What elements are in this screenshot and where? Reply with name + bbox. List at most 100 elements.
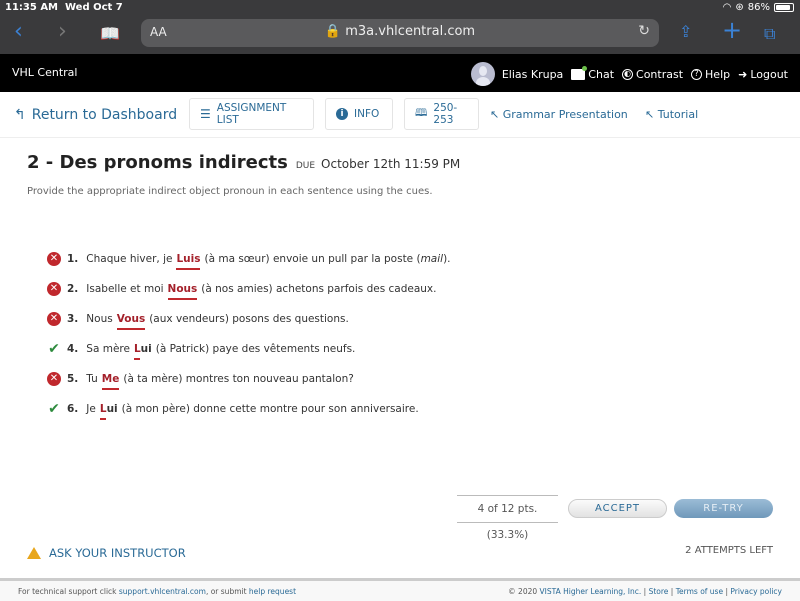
accept-button[interactable]: ACCEPT: [568, 499, 667, 518]
battery-icon: [774, 3, 794, 12]
question-number: 4.: [67, 343, 79, 355]
ask-instructor-link[interactable]: ASK YOUR INSTRUCTOR: [27, 546, 186, 560]
question-number: 2.: [67, 283, 79, 295]
support-prefix: For technical support click: [18, 587, 117, 596]
contrast-label: Contrast: [636, 67, 684, 81]
assignment-list-button[interactable]: ☰ ASSIGNMENT LIST: [189, 98, 314, 130]
question-number: 3.: [67, 313, 79, 325]
url-text: 🔒 m3a.vhlcentral.com: [324, 24, 476, 39]
question-item: ✕ 3. Nous Vous (aux vendeurs) posons des…: [47, 304, 451, 334]
new-tab-icon[interactable]: +: [722, 18, 742, 42]
status-indicators: ◠ ⊛ 86%: [723, 2, 794, 13]
question-text: (à nos amies) achetons parfois des cadea…: [201, 283, 437, 295]
footer: For technical support click support.vhlc…: [0, 578, 800, 601]
book-icon: 🕮: [415, 107, 428, 119]
return-to-dashboard-link[interactable]: ↰ Return to Dashboard: [14, 107, 177, 123]
question-text: Isabelle et moi: [86, 283, 164, 295]
copyright-text: © 2020 VISTA Higher Learning, Inc. | Sto…: [508, 587, 782, 596]
answer-field[interactable]: Lui: [99, 403, 118, 420]
privacy-link[interactable]: Privacy policy: [730, 587, 782, 596]
bookmarks-icon[interactable]: 📖: [100, 22, 120, 46]
return-label: Return to Dashboard: [31, 107, 178, 123]
list-icon: ☰: [200, 107, 211, 121]
question-text: Sa mère: [86, 343, 130, 355]
correct-icon: ✔: [48, 341, 60, 357]
status-time: 11:35 AM Wed Oct 7: [5, 2, 123, 13]
attempts-left: 2 ATTEMPTS LEFT: [685, 545, 773, 556]
logout-icon: ➜: [738, 67, 748, 81]
assignment-toolbar: ↰ Return to Dashboard ☰ ASSIGNMENT LIST …: [0, 92, 800, 138]
question-item: ✕ 1. Chaque hiver, je Luis (à ma sœur) e…: [47, 244, 451, 274]
question-text: (à Patrick) paye des vêtements neufs.: [155, 343, 356, 355]
chat-button[interactable]: Chat: [571, 65, 614, 81]
browser-chrome: 11:35 AM Wed Oct 7 ◠ ⊛ 86% ‹ › 📖 AA 🔒 m3…: [0, 0, 800, 54]
question-list: ✕ 1. Chaque hiver, je Luis (à ma sœur) e…: [47, 244, 451, 424]
question-item: ✕ 5. Tu Me (à ta mère) montres ton nouve…: [47, 364, 451, 394]
back-icon[interactable]: ‹: [14, 20, 23, 44]
brand[interactable]: VHL Central: [12, 66, 77, 79]
score-display: 4 of 12 pts. (33.3%): [457, 495, 558, 541]
logout-button[interactable]: ➜ Logout: [738, 68, 788, 81]
answer-field[interactable]: Nous: [167, 283, 197, 300]
question-number: 1.: [67, 253, 79, 265]
site-header: VHL Central Elias Krupa Chat ◐ Contrast …: [0, 54, 800, 92]
terms-link[interactable]: Terms of use: [676, 587, 723, 596]
incorrect-icon: ✕: [47, 312, 61, 326]
due-date: October 12th 11:59 PM: [321, 157, 461, 171]
answer-field[interactable]: Lui: [133, 343, 152, 360]
retry-button[interactable]: RE-TRY: [674, 499, 773, 518]
question-number: 5.: [67, 373, 79, 385]
question-number: 6.: [67, 403, 79, 415]
tutorial-link[interactable]: ↖ Tutorial: [645, 108, 698, 121]
store-link[interactable]: Store: [649, 587, 669, 596]
question-text: Tu: [86, 373, 98, 385]
help-request-link[interactable]: help request: [249, 587, 296, 596]
wifi-icon: ◠: [722, 2, 732, 13]
logout-label: Logout: [750, 67, 788, 81]
textbook-pages-button[interactable]: 🕮 250-253: [404, 98, 479, 130]
help-label: Help: [705, 67, 731, 81]
user-name: Elias Krupa: [501, 67, 564, 81]
contrast-button[interactable]: ◐ Contrast: [622, 68, 683, 81]
chat-icon: [571, 65, 588, 80]
reload-icon[interactable]: ↻: [638, 23, 650, 39]
company-link[interactable]: VISTA Higher Learning, Inc.: [540, 587, 642, 596]
forward-icon[interactable]: ›: [58, 20, 67, 44]
info-button[interactable]: i INFO: [325, 98, 393, 130]
help-button[interactable]: ? Help: [691, 68, 730, 81]
instructions: Provide the appropriate indirect object …: [27, 186, 433, 197]
info-icon: i: [336, 108, 348, 120]
support-link[interactable]: support.vhlcentral.com: [119, 587, 206, 596]
question-text: ).: [443, 253, 451, 265]
question-item: ✔ 4. Sa mère Lui (à Patrick) paye des vê…: [47, 334, 451, 364]
warning-icon: [27, 547, 41, 559]
return-arrow-icon: ↰: [14, 107, 26, 123]
ask-instructor-label: ASK YOUR INSTRUCTOR: [49, 546, 186, 560]
address-bar[interactable]: AA 🔒 m3a.vhlcentral.com ↻: [141, 19, 659, 47]
user-menu[interactable]: Elias Krupa: [470, 62, 564, 86]
share-icon[interactable]: ⇪: [679, 20, 692, 44]
contrast-icon: ◐: [622, 68, 634, 80]
answer-field[interactable]: Vous: [116, 313, 145, 330]
avatar: [470, 62, 495, 86]
grammar-presentation-link[interactable]: ↖ Grammar Presentation: [490, 108, 628, 121]
info-label: INFO: [354, 108, 380, 120]
question-text: (à ta mère) montres ton nouveau pantalon…: [123, 373, 354, 385]
support-mid: , or submit: [205, 587, 247, 596]
question-text: (à ma sœur) envoie un pull par la poste …: [204, 253, 421, 265]
answer-field[interactable]: Me: [101, 373, 119, 390]
answer-field[interactable]: Luis: [176, 253, 201, 270]
orientation-lock-icon: ⊛: [735, 2, 744, 13]
question-item: ✔ 6. Je Lui (à mon père) donne cette mon…: [47, 394, 451, 424]
copyright: © 2020: [508, 587, 538, 596]
assignment-title: 2 - Des pronoms indirects DUE October 12…: [27, 152, 460, 173]
incorrect-icon: ✕: [47, 372, 61, 386]
question-item: ✕ 2. Isabelle et moi Nous (à nos amies) …: [47, 274, 451, 304]
question-text: Chaque hiver, je: [86, 253, 173, 265]
battery-percent: 86%: [747, 2, 770, 13]
question-text: Je: [86, 403, 96, 415]
question-text: (aux vendeurs) posons des questions.: [149, 313, 349, 325]
tabs-icon[interactable]: ⧉: [764, 22, 775, 46]
question-text: Nous: [86, 313, 113, 325]
page-title: 2 - Des pronoms indirects: [27, 152, 288, 173]
